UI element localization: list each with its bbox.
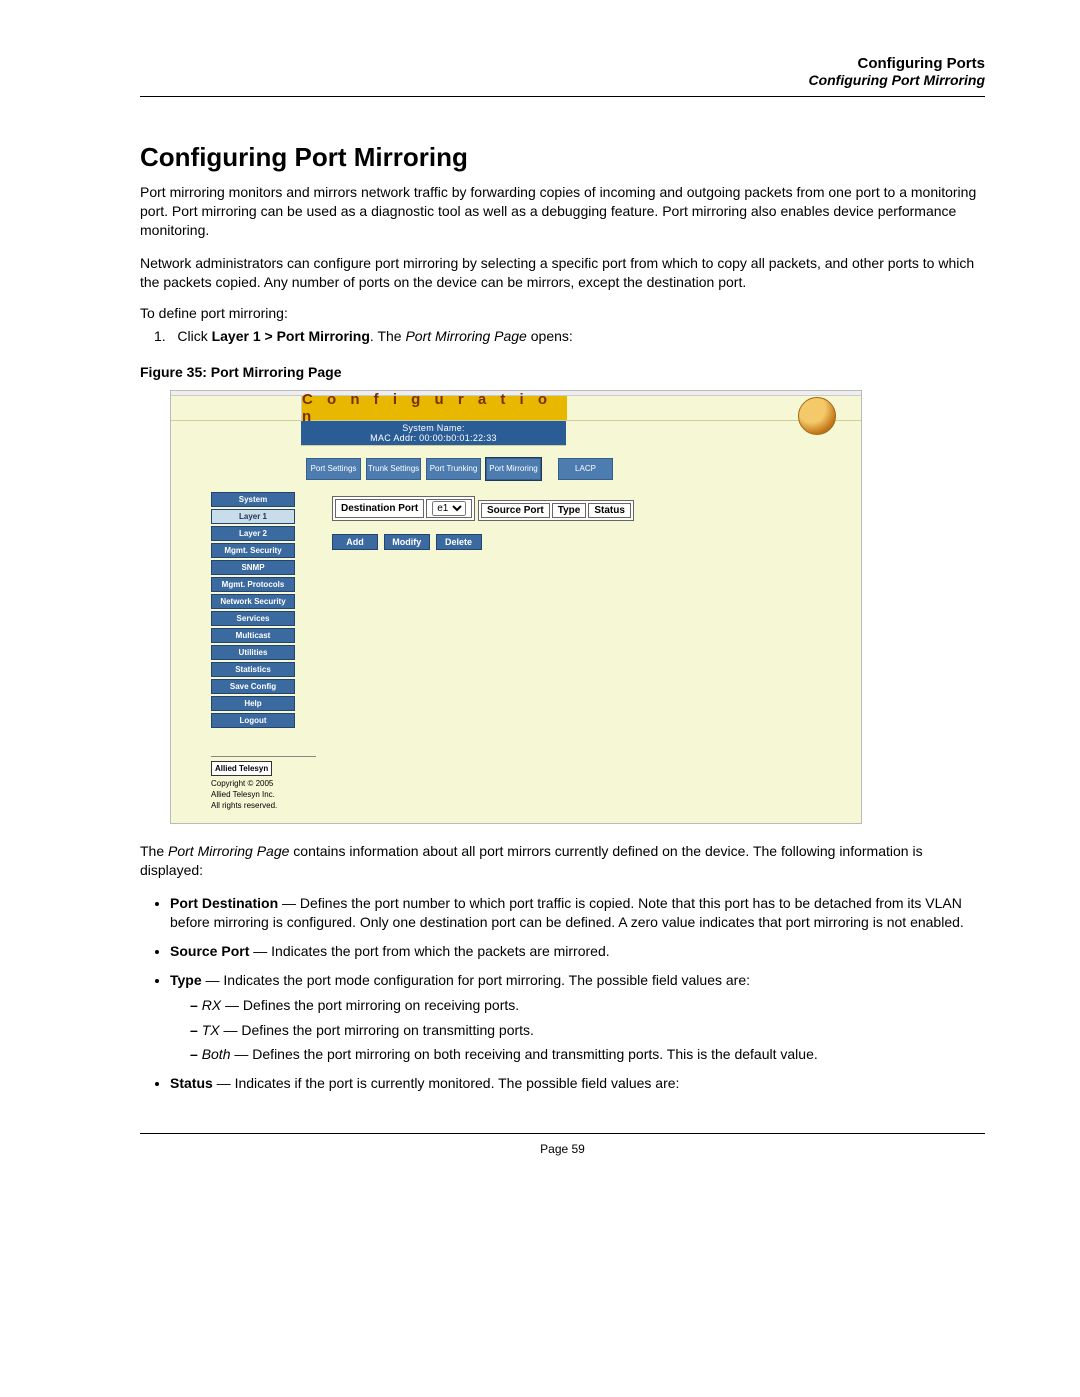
header-rule [140, 96, 985, 97]
running-chapter: Configuring Ports [140, 55, 985, 72]
field-source-port: Source Port — Indicates the port from wh… [170, 942, 985, 961]
sidebar-item-save-config[interactable]: Save Config [211, 679, 295, 694]
both-name: Both [202, 1046, 231, 1062]
after-fig-pre: The [140, 843, 168, 859]
figure-caption: Figure 35: Port Mirroring Page [140, 364, 985, 380]
intro-paragraph-1: Port mirroring monitors and mirrors netw… [140, 183, 985, 240]
field-text-src: — Indicates the port from which the pack… [249, 943, 609, 959]
sidebar-nav: System Layer 1 Layer 2 Mgmt. Security SN… [171, 488, 324, 819]
sidebar-item-mgmt-security[interactable]: Mgmt. Security [211, 543, 295, 558]
banner-row: C o n f i g u r a t i o n [171, 396, 861, 421]
step-page-name: Port Mirroring Page [405, 328, 526, 344]
tx-text: — Defines the port mirroring on transmit… [220, 1022, 534, 1038]
lead-text: To define port mirroring: [140, 305, 985, 321]
field-status: Status — Indicates if the port is curren… [170, 1074, 985, 1093]
tx-name: TX [202, 1022, 220, 1038]
add-button[interactable]: Add [332, 534, 378, 550]
copyright-block: Allied Telesyn Copyright © 2005 Allied T… [211, 756, 316, 811]
sidebar-item-logout[interactable]: Logout [211, 713, 295, 728]
field-type: Type — Indicates the port mode configura… [170, 971, 985, 1065]
sidebar-item-system[interactable]: System [211, 492, 295, 507]
sidebar-item-multicast[interactable]: Multicast [211, 628, 295, 643]
type-value-both: Both — Defines the port mirroring on bot… [190, 1045, 985, 1064]
copyright-text: Copyright © 2005 Allied Telesyn Inc. All… [211, 779, 277, 810]
banner-title: C o n f i g u r a t i o n [302, 396, 567, 420]
mac-address: MAC Addr: 00:00:b0:01:22:33 [301, 433, 566, 443]
sidebar-item-help[interactable]: Help [211, 696, 295, 711]
tab-lacp[interactable]: LACP [558, 458, 613, 480]
type-value-tx: TX — Defines the port mirroring on trans… [190, 1021, 985, 1040]
brand-logo: Allied Telesyn [211, 761, 272, 776]
after-fig-pagename: Port Mirroring Page [168, 843, 289, 859]
destination-port-panel: Destination Port e1 [332, 496, 475, 521]
field-text-dest: — Defines the port number to which port … [170, 895, 964, 930]
field-name-status: Status [170, 1075, 213, 1091]
step-number: 1. [154, 328, 166, 344]
top-nav-tabs: Port Settings Trunk Settings Port Trunki… [306, 446, 861, 488]
step-pre: Click [177, 328, 211, 344]
destination-port-select[interactable]: e1 [432, 501, 466, 516]
modify-button[interactable]: Modify [384, 534, 430, 550]
sidebar-item-layer2[interactable]: Layer 2 [211, 526, 295, 541]
field-description-list: Port Destination — Defines the port numb… [150, 894, 985, 1093]
field-name-type: Type [170, 972, 202, 988]
destination-port-label: Destination Port [335, 499, 424, 518]
type-values-list: RX — Defines the port mirroring on recei… [190, 996, 985, 1065]
after-figure-text: The Port Mirroring Page contains informa… [140, 842, 985, 880]
running-section: Configuring Port Mirroring [140, 72, 985, 88]
step-post: opens: [527, 328, 573, 344]
action-buttons: Add Modify Delete [332, 534, 861, 550]
sidebar-item-mgmt-protocols[interactable]: Mgmt. Protocols [211, 577, 295, 592]
tab-trunk-settings[interactable]: Trunk Settings [366, 458, 421, 480]
field-name-dest: Port Destination [170, 895, 278, 911]
sidebar-item-utilities[interactable]: Utilities [211, 645, 295, 660]
both-text: — Defines the port mirroring on both rec… [231, 1046, 818, 1062]
content-area: Destination Port e1 Source Port Type Sta… [324, 488, 861, 550]
sidebar-item-network-security[interactable]: Network Security [211, 594, 295, 609]
rx-name: RX [202, 997, 221, 1013]
mirror-table: Source Port Type Status [478, 500, 634, 521]
sidebar-item-statistics[interactable]: Statistics [211, 662, 295, 677]
col-source-port: Source Port [481, 503, 550, 518]
field-text-status: — Indicates if the port is currently mon… [213, 1075, 680, 1091]
footer-rule [140, 1133, 985, 1134]
sidebar-item-services[interactable]: Services [211, 611, 295, 626]
running-head: Configuring Ports Configuring Port Mirro… [140, 55, 985, 88]
field-name-src: Source Port [170, 943, 249, 959]
page-title: Configuring Port Mirroring [140, 142, 985, 173]
step-mid: . The [370, 328, 406, 344]
rx-text: — Defines the port mirroring on receivin… [221, 997, 519, 1013]
col-status: Status [588, 503, 631, 518]
step-1: 1. Click Layer 1 > Port Mirroring. The P… [154, 327, 985, 346]
sidebar-item-snmp[interactable]: SNMP [211, 560, 295, 575]
sidebar-item-layer1[interactable]: Layer 1 [211, 509, 295, 524]
port-mirroring-page-screenshot: C o n f i g u r a t i o n System Name: M… [170, 390, 862, 824]
col-type: Type [552, 503, 587, 518]
field-port-destination: Port Destination — Defines the port numb… [170, 894, 985, 932]
tab-port-trunking[interactable]: Port Trunking [426, 458, 481, 480]
intro-paragraph-2: Network administrators can configure por… [140, 254, 985, 292]
delete-button[interactable]: Delete [436, 534, 482, 550]
globe-icon [798, 397, 836, 435]
banner-left-spacer [171, 396, 302, 420]
type-value-rx: RX — Defines the port mirroring on recei… [190, 996, 985, 1015]
tab-port-mirroring[interactable]: Port Mirroring [486, 458, 541, 480]
field-text-type: — Indicates the port mode configuration … [202, 972, 750, 988]
step-path: Layer 1 > Port Mirroring [212, 328, 370, 344]
page-number: Page 59 [140, 1142, 985, 1156]
tab-port-settings[interactable]: Port Settings [306, 458, 361, 480]
